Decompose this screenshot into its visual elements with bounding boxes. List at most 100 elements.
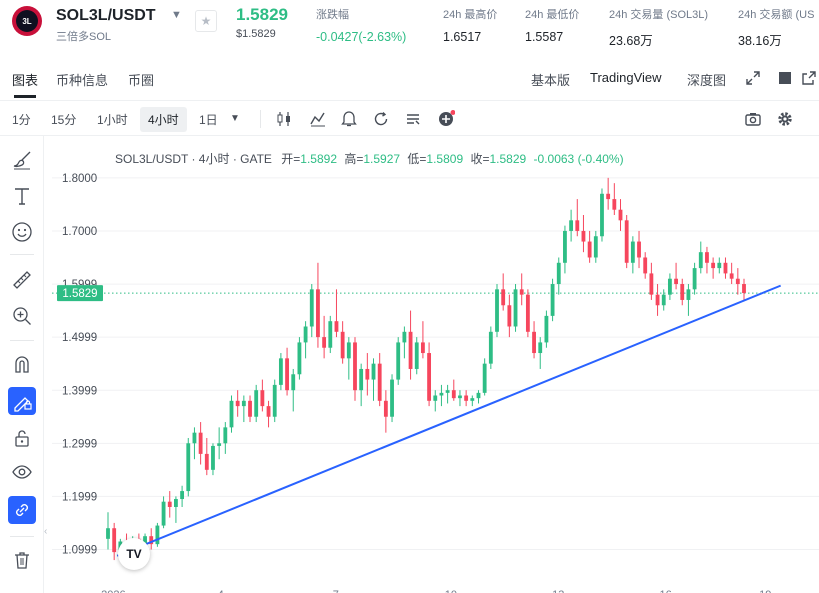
- candle-body: [180, 491, 185, 500]
- change-stat: 涨跌幅 -0.0427(-2.63%): [316, 6, 406, 44]
- candle-body: [316, 289, 320, 338]
- lock-icon[interactable]: [8, 424, 36, 452]
- tab-coin-info[interactable]: 币种信息: [56, 70, 108, 89]
- candle-body: [396, 342, 401, 380]
- trash-icon[interactable]: [8, 546, 36, 574]
- legend-open: 1.5892: [300, 152, 337, 166]
- settings-icon[interactable]: [776, 110, 794, 128]
- y-tick-label: 1.7000: [62, 226, 97, 238]
- ohlc-legend: SOL3L/USDT · 4小时 · GATE 开=1.5892 高=1.592…: [115, 150, 624, 167]
- replay-icon[interactable]: [372, 110, 390, 128]
- sidebar-divider: [10, 536, 34, 537]
- sidebar-divider: [10, 254, 34, 255]
- camera-icon[interactable]: [744, 110, 762, 128]
- candle-body: [445, 390, 450, 393]
- candle-body: [223, 427, 228, 444]
- tab-chart[interactable]: 图表: [12, 70, 38, 89]
- candle-body: [451, 390, 456, 399]
- emoji-icon[interactable]: [8, 218, 36, 246]
- last-price: 1.5829: [236, 5, 288, 24]
- candle-body: [470, 398, 475, 401]
- candle-body: [353, 342, 357, 391]
- tradingview-logo-icon[interactable]: TV: [118, 538, 150, 570]
- amount-value: 38.16万: [738, 34, 782, 48]
- lock-drawing-icon[interactable]: [8, 387, 36, 415]
- zoom-in-icon[interactable]: [8, 302, 36, 330]
- timeframe-1m[interactable]: 1分: [12, 111, 31, 128]
- candle-body: [643, 257, 648, 274]
- price-chart[interactable]: 1.80001.70001.59991.49991.39991.29991.19…: [52, 136, 819, 593]
- drawing-toolbar: [0, 136, 44, 593]
- candle-body: [266, 406, 271, 417]
- timeframe-1h[interactable]: 1小时: [97, 111, 128, 128]
- candle-body: [735, 278, 740, 285]
- candle-body: [371, 363, 376, 380]
- candle-body: [667, 278, 672, 295]
- trendline-drawing: [116, 284, 782, 557]
- candle-body: [254, 390, 259, 417]
- legend-low: 1.5809: [426, 152, 464, 166]
- templates-icon[interactable]: [404, 110, 422, 128]
- candle-body: [482, 363, 487, 393]
- candle-body: [359, 368, 364, 391]
- tab-community[interactable]: 币圈: [128, 70, 154, 89]
- amount-stat: 24h 交易额 (US 38.16万: [738, 6, 814, 49]
- y-tick-label: 1.2999: [62, 438, 97, 450]
- candle-body: [488, 331, 493, 364]
- eye-icon[interactable]: [8, 458, 36, 486]
- text-icon[interactable]: [8, 182, 36, 210]
- candle-body: [501, 289, 506, 306]
- expand-icon[interactable]: [746, 71, 760, 85]
- candle-body: [513, 289, 518, 327]
- chevron-down-icon[interactable]: ▼: [171, 9, 182, 21]
- candle-body: [112, 528, 117, 553]
- high-label: 24h 最高价: [443, 9, 498, 21]
- candle-body: [340, 331, 345, 359]
- maximize-icon[interactable]: [778, 71, 792, 85]
- timeframe-more-icon[interactable]: ▼: [230, 113, 240, 124]
- ruler-icon[interactable]: [8, 266, 36, 294]
- price-axis: 1.80001.70001.59991.49991.39991.29991.19…: [57, 173, 103, 557]
- current-price-label: 1.5829: [62, 288, 97, 300]
- candle-body: [742, 284, 746, 294]
- candle-body: [581, 230, 586, 242]
- timeframe-4h[interactable]: 4小时: [140, 107, 187, 132]
- legend-close: 1.5829: [489, 152, 527, 166]
- candle-body: [106, 528, 110, 539]
- sidebar-collapse-icon[interactable]: ‹: [44, 526, 52, 548]
- add-icon[interactable]: [437, 110, 455, 128]
- tab-tradingview[interactable]: TradingView: [590, 70, 662, 85]
- candle-body: [303, 326, 308, 343]
- link-icon[interactable]: [8, 496, 36, 524]
- candle-body: [408, 331, 413, 369]
- tab-depth[interactable]: 深度图: [687, 70, 726, 89]
- legend-high: 1.5927: [363, 152, 401, 166]
- alert-icon[interactable]: [340, 110, 358, 128]
- brush-icon[interactable]: [8, 146, 36, 174]
- candle-type-icon[interactable]: [275, 110, 293, 128]
- candle-body: [278, 358, 283, 385]
- timeframe-1d[interactable]: 1日: [199, 111, 218, 128]
- timeframe-15m[interactable]: 15分: [51, 111, 76, 128]
- candle-body: [433, 395, 438, 401]
- candle-body: [686, 289, 691, 300]
- indicators-icon[interactable]: [309, 110, 327, 128]
- candle-body: [569, 220, 574, 231]
- candle-body: [698, 252, 703, 269]
- tab-basic[interactable]: 基本版: [531, 70, 570, 89]
- y-tick-label: 1.3999: [62, 385, 97, 397]
- x-tick-label: 13: [552, 589, 564, 593]
- candle-body: [612, 199, 617, 210]
- candle-body: [346, 342, 351, 359]
- favorite-star-icon[interactable]: ★: [195, 10, 217, 32]
- magnet-icon[interactable]: [8, 350, 36, 378]
- candle-body: [692, 268, 697, 290]
- coin-logo: 3L: [12, 6, 42, 36]
- pair-selector[interactable]: SOL3L/USDT: [56, 7, 156, 25]
- candle-body: [186, 443, 191, 492]
- candle-body: [587, 241, 592, 258]
- candle-body: [661, 294, 666, 306]
- candle-body: [285, 358, 289, 391]
- candle-body: [729, 273, 734, 279]
- popout-icon[interactable]: [802, 71, 816, 85]
